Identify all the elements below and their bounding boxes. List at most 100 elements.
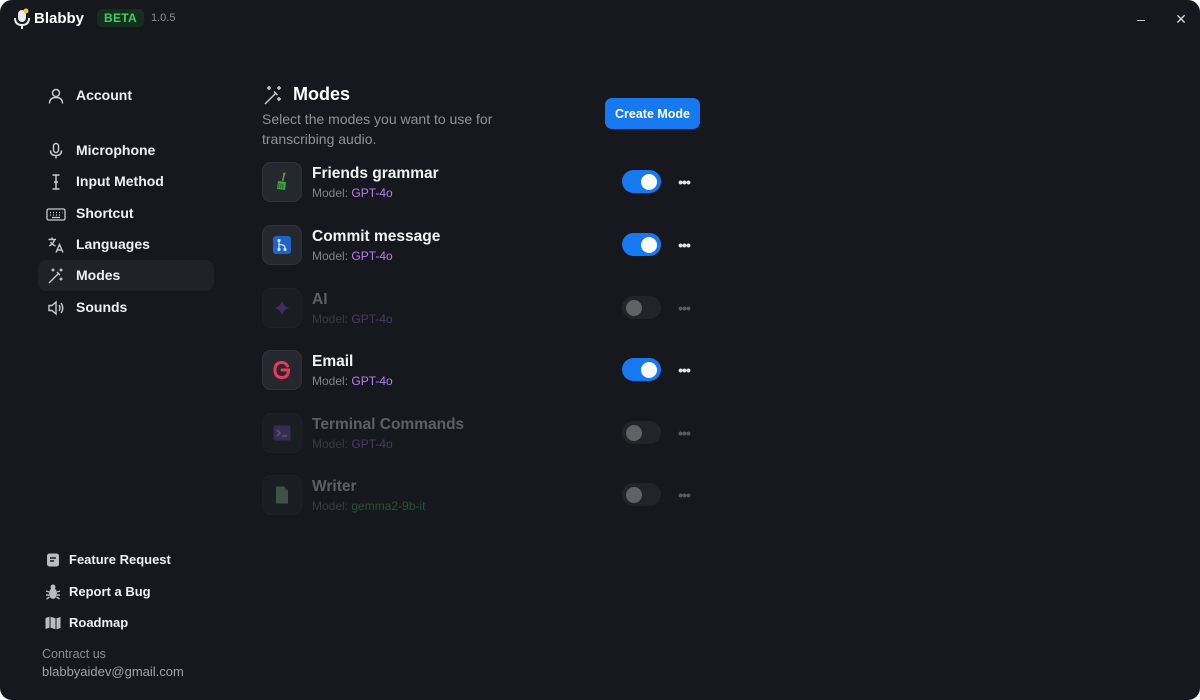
sidebar-item-label: Account bbox=[76, 87, 132, 103]
sidebar-item-shortcut[interactable]: Shortcut bbox=[38, 198, 214, 229]
mode-icon-container bbox=[262, 413, 302, 453]
mode-row-commit-message: Commit message Model: GPT-4o ••• bbox=[262, 225, 702, 265]
toggle-knob bbox=[641, 236, 657, 253]
mode-model: Model: GPT-4o bbox=[312, 186, 393, 200]
magic-wand-icon bbox=[48, 268, 63, 284]
title-bar: Blabby BETA 1.0.5 – ✕ bbox=[0, 0, 1200, 38]
toggle-knob bbox=[626, 486, 642, 503]
model-prefix: Model: bbox=[312, 312, 349, 326]
more-options-button[interactable]: ••• bbox=[676, 359, 692, 381]
sidebar-item-account[interactable]: Account bbox=[38, 80, 214, 111]
toggle-knob bbox=[626, 424, 642, 441]
more-options-button[interactable]: ••• bbox=[676, 484, 692, 506]
speaker-icon bbox=[48, 300, 64, 316]
mode-row-ai: AI Model: GPT-4o ••• bbox=[262, 288, 702, 328]
page-subtitle: Select the modes you want to use for tra… bbox=[262, 111, 493, 147]
model-prefix: Model: bbox=[312, 374, 349, 388]
mode-icon-container bbox=[262, 350, 302, 390]
app-name: Blabby bbox=[34, 10, 85, 27]
contact-email[interactable]: blabbyaidev@gmail.com bbox=[42, 664, 184, 679]
contact-label: Contract us bbox=[42, 647, 106, 661]
version-label: 1.0.5 bbox=[151, 12, 176, 24]
mode-model: Model: GPT-4o bbox=[312, 249, 393, 263]
keyboard-icon bbox=[46, 208, 66, 221]
magic-wand-icon bbox=[264, 86, 281, 105]
page-title: Modes bbox=[293, 84, 351, 104]
mode-toggle[interactable] bbox=[622, 296, 661, 319]
model-prefix: Model: bbox=[312, 437, 349, 451]
toggle-knob bbox=[641, 361, 657, 378]
model-prefix: Model: bbox=[312, 186, 349, 200]
sidebar-item-microphone[interactable]: Microphone bbox=[38, 135, 214, 166]
sidebar-item-label: Microphone bbox=[76, 142, 156, 158]
mode-name: Terminal Commands bbox=[312, 416, 465, 433]
sidebar-item-modes[interactable]: Modes bbox=[38, 260, 214, 291]
report-bug-label: Report a Bug bbox=[69, 584, 151, 599]
model-name: GPT-4o bbox=[351, 249, 393, 263]
terminal-icon bbox=[273, 425, 291, 441]
mode-toggle[interactable] bbox=[622, 483, 661, 506]
sidebar-item-sounds[interactable]: Sounds bbox=[38, 292, 214, 323]
sidebar-item-label: Shortcut bbox=[76, 205, 134, 221]
toggle-knob bbox=[641, 173, 657, 190]
model-prefix: Model: bbox=[312, 499, 349, 513]
sidebar-item-languages[interactable]: Languages bbox=[38, 229, 214, 260]
mode-icon-container bbox=[262, 288, 302, 328]
more-options-button[interactable]: ••• bbox=[676, 234, 692, 256]
mode-toggle[interactable] bbox=[622, 421, 661, 444]
text-cursor-icon bbox=[52, 174, 60, 190]
bug-icon bbox=[45, 584, 61, 600]
sidebar-item-label: Languages bbox=[76, 236, 150, 252]
git-branch-icon bbox=[273, 236, 291, 254]
mode-row-friends-grammar: Friends grammar Model: GPT-4o ••• bbox=[262, 162, 702, 202]
mode-model: Model: gemma2-9b-it bbox=[312, 499, 425, 513]
close-button[interactable]: ✕ bbox=[1170, 8, 1192, 30]
model-prefix: Model: bbox=[312, 249, 349, 263]
gmail-icon bbox=[273, 360, 291, 380]
mode-name: Commit message bbox=[312, 228, 441, 245]
map-icon bbox=[45, 616, 61, 630]
mode-toggle[interactable] bbox=[622, 358, 661, 381]
note-icon bbox=[47, 553, 59, 567]
minimize-button[interactable]: – bbox=[1130, 8, 1152, 30]
app-window: Blabby BETA 1.0.5 – ✕ Account Microphone… bbox=[0, 0, 1200, 700]
create-mode-button[interactable]: Create Mode bbox=[605, 98, 700, 129]
translate-icon bbox=[48, 237, 64, 253]
more-options-button[interactable]: ••• bbox=[676, 422, 692, 444]
mode-model: Model: GPT-4o bbox=[312, 374, 393, 388]
model-name: GPT-4o bbox=[351, 374, 393, 388]
ai-sparkle-icon bbox=[274, 300, 290, 316]
model-name: GPT-4o bbox=[351, 312, 393, 326]
mode-icon-container bbox=[262, 162, 302, 202]
feature-request-label: Feature Request bbox=[69, 552, 171, 567]
mode-row-email: Email Model: GPT-4o ••• bbox=[262, 350, 702, 390]
more-options-button[interactable]: ••• bbox=[676, 297, 692, 319]
broom-icon bbox=[277, 172, 286, 190]
roadmap-label: Roadmap bbox=[69, 615, 129, 630]
toggle-knob bbox=[626, 299, 642, 316]
blabby-logo-icon bbox=[14, 8, 30, 29]
mode-row-terminal-commands: Terminal Commands Model: GPT-4o ••• bbox=[262, 413, 702, 453]
mode-icon-container bbox=[262, 225, 302, 265]
mode-toggle[interactable] bbox=[622, 233, 661, 256]
sidebar-item-label: Modes bbox=[76, 267, 121, 283]
sidebar-item-label: Input Method bbox=[76, 173, 164, 189]
user-icon bbox=[48, 88, 64, 104]
mode-icon-container bbox=[262, 475, 302, 515]
mode-name: Email bbox=[312, 353, 354, 370]
model-name: GPT-4o bbox=[351, 437, 393, 451]
mode-row-writer: Writer Model: gemma2-9b-it ••• bbox=[262, 475, 702, 515]
mode-name: AI bbox=[312, 291, 328, 308]
mode-name: Writer bbox=[312, 478, 357, 495]
model-name: gemma2-9b-it bbox=[351, 499, 426, 513]
more-options-button[interactable]: ••• bbox=[676, 171, 692, 193]
mode-model: Model: GPT-4o bbox=[312, 312, 393, 326]
mode-model: Model: GPT-4o bbox=[312, 437, 393, 451]
sidebar-item-input-method[interactable]: Input Method bbox=[38, 166, 214, 197]
document-icon bbox=[276, 486, 288, 504]
model-name: GPT-4o bbox=[351, 186, 393, 200]
sidebar-item-label: Sounds bbox=[76, 299, 128, 315]
beta-badge: BETA bbox=[97, 9, 144, 27]
mode-name: Friends grammar bbox=[312, 165, 439, 182]
mode-toggle[interactable] bbox=[622, 170, 661, 193]
